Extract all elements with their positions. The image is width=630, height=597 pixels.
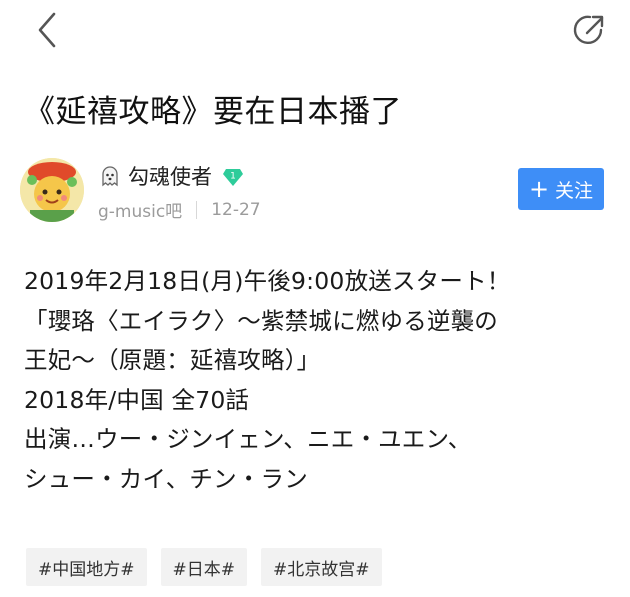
post-title: 《延禧攻略》要在日本播了 xyxy=(24,94,402,130)
post-body: 2019年2月18日(月)午後9:00放送スタート！ 「瓔珞〈エイラク〉～紫禁城… xyxy=(24,262,614,499)
diamond-badge-icon: 1 xyxy=(223,169,243,186)
level-number: 1 xyxy=(230,172,236,182)
tag-list: #中国地方# #日本# #北京故宫# xyxy=(26,548,382,586)
meta-divider xyxy=(196,200,198,219)
post-date: 12-27 xyxy=(211,199,261,220)
plus-icon: + xyxy=(528,175,550,203)
post-meta: g-music吧 12-27 xyxy=(98,197,261,223)
forum-name[interactable]: g-music吧 xyxy=(98,197,182,222)
post-body-line: 王妃～（原題：延禧攻略）」 xyxy=(24,346,321,374)
post-body-line: 「瓔珞〈エイラク〉～紫禁城に燃ゆる逆襲の xyxy=(24,306,498,335)
avatar-image xyxy=(20,158,84,222)
chevron-left-icon xyxy=(38,12,56,48)
share-button[interactable] xyxy=(568,8,612,52)
level-badge: 1 xyxy=(222,165,244,187)
follow-button[interactable]: + 关注 xyxy=(518,168,604,210)
avatar[interactable] xyxy=(20,158,84,222)
author-name[interactable]: 勾魂使者 xyxy=(128,161,212,191)
post-body-line: 出演…ウー・ジンイェン、ニエ・ユエン、 xyxy=(24,425,472,453)
tag-chip[interactable]: #日本# xyxy=(160,548,247,586)
top-bar xyxy=(0,0,630,62)
tag-chip[interactable]: #北京故宫# xyxy=(261,548,382,586)
follow-label: 关注 xyxy=(555,179,594,202)
ghost-icon xyxy=(102,166,118,187)
author-row: 勾魂使者 1 xyxy=(98,160,244,192)
post-body-line: 2019年2月18日(月)午後9:00放送スタート！ xyxy=(24,267,511,295)
back-button[interactable] xyxy=(28,8,72,52)
post-body-line: シュー・カイ、チン・ラン xyxy=(24,464,308,493)
tag-chip[interactable]: #中国地方# xyxy=(26,548,147,586)
post-body-line: 2018年/中国 全70話 xyxy=(24,385,250,414)
share-arrow-icon xyxy=(573,15,604,45)
